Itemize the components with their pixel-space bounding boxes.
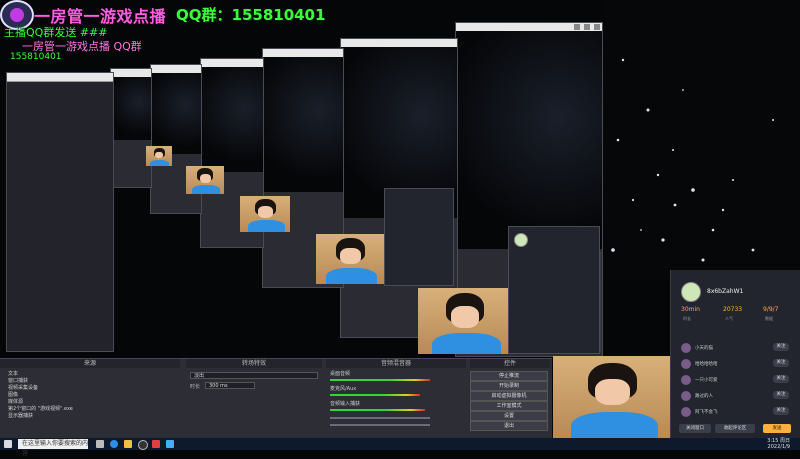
stat-value: 9/9/7 (763, 306, 779, 313)
mixer-track-label: 音频输入捕获 (330, 401, 361, 407)
follow-button[interactable]: 关注 (773, 359, 789, 367)
chat-username: 8x6bZahW1 (707, 288, 744, 295)
windows-taskbar: 在这里输入你要搜索的内容 3:15 周日 2022/1/9 (0, 438, 800, 457)
stat-label: 人气 (725, 316, 733, 321)
follow-button[interactable]: 关注 (773, 375, 789, 383)
obs-window-nest-0 (6, 72, 114, 352)
user-avatar-icon (681, 391, 691, 401)
preview-area (111, 77, 151, 140)
mixer-header: 音频混音器 (326, 359, 466, 368)
send-button[interactable]: 发送 (763, 424, 791, 433)
chat-list-item: 小天的猫 关注 (681, 342, 791, 355)
webcam-feed-xxsmall (186, 166, 224, 194)
preview-area (151, 73, 201, 154)
source-item[interactable]: 第2个窗口的 "游戏视频".exe (8, 405, 73, 412)
webcam-feed-tiny (146, 146, 172, 166)
app-icon[interactable] (152, 440, 160, 448)
chat-list-item: 阿飞不会飞 关注 (681, 406, 791, 419)
file-explorer-icon[interactable] (124, 440, 132, 448)
follow-button[interactable]: 关注 (773, 407, 789, 415)
edge-browser-icon[interactable] (110, 440, 118, 448)
user-avatar-icon (681, 359, 691, 369)
source-item[interactable]: 视频采集设备 (8, 384, 38, 391)
user-avatar-icon (681, 375, 691, 385)
exit-button[interactable]: 退出 (470, 421, 548, 431)
preview-area (201, 67, 263, 172)
preview-area (263, 57, 343, 192)
webcam-feed-medium (418, 288, 510, 354)
clock-date: 2022/1/9 (767, 444, 790, 450)
chat-list-item: 哈哈哈哈哈 关注 (681, 358, 791, 371)
duration-input[interactable]: 300 ms (205, 382, 255, 389)
windows-start-icon[interactable] (4, 440, 12, 448)
obs-window-nest-1 (110, 68, 152, 188)
duration-label: 时长 (190, 384, 201, 390)
virtual-camera-button[interactable]: 启动虚拟摄像机 (470, 391, 548, 401)
webcam-feed-large (553, 356, 670, 438)
taskbar-clock[interactable]: 3:15 周日 2022/1/9 (767, 438, 790, 450)
user-avatar-icon (681, 407, 691, 417)
collapse-comments-button[interactable]: 收起评论区 (715, 424, 755, 433)
taskbar-search-input[interactable]: 在这里输入你要搜索的内容 (18, 439, 88, 457)
dock-area (111, 139, 151, 187)
user-avatar-icon (681, 343, 691, 353)
settings-button[interactable]: 设置 (470, 411, 548, 421)
preview-area (456, 31, 602, 250)
transitions-header: 转场特效 (186, 359, 322, 368)
stat-value: 20733 (723, 306, 743, 313)
source-item[interactable]: 窗口捕获 (8, 377, 28, 384)
mixer-track-label: 桌面音频 (330, 371, 351, 377)
webcam-feed-xsmall (240, 196, 290, 232)
chat-list-item: 一只小可爱 关注 (681, 374, 791, 387)
source-item[interactable]: 显示器捕获 (8, 412, 33, 419)
webcam-feed-small (316, 234, 384, 284)
chat-panel-nested-1 (508, 226, 600, 354)
volume-meter (330, 394, 420, 396)
stop-stream-button[interactable]: 停止推流 (470, 371, 548, 381)
start-recording-button[interactable]: 开始录制 (470, 381, 548, 391)
app-icon[interactable] (166, 440, 174, 448)
chat-list-item: 路过的人 关注 (681, 390, 791, 403)
starfield-background (603, 0, 800, 280)
stat-value: 30min (681, 306, 700, 313)
source-item[interactable]: 媒体源 (8, 398, 23, 405)
controls-header: 控件 (470, 359, 550, 368)
window-titlebar (7, 73, 113, 82)
source-item[interactable]: 图像 (8, 391, 18, 398)
chat-panel-nested-2 (384, 188, 454, 286)
stat-label: 数据 (765, 316, 773, 321)
user-avatar-icon (681, 282, 701, 302)
follow-button[interactable]: 关注 (773, 391, 789, 399)
overlay-qq-group: QQ群：155810401 (176, 6, 326, 24)
volume-slider[interactable] (330, 424, 430, 426)
obs-app-icon[interactable] (138, 440, 148, 450)
studio-mode-button[interactable]: 工作室模式 (470, 401, 548, 411)
stat-label: 时长 (683, 316, 691, 321)
volume-meter (330, 409, 425, 411)
sources-header: 来源 (0, 359, 180, 368)
overlay-ghost-line: 155810401 (10, 52, 62, 62)
task-view-icon[interactable] (96, 440, 104, 448)
close-window-button[interactable]: 关闭窗口 (679, 424, 711, 433)
transition-select[interactable]: 淡出 (190, 372, 318, 379)
chat-panel: 8x6bZahW1 30min 20733 9/9/7 时长 人气 数据 小天的… (670, 270, 800, 438)
source-item[interactable]: 文本 (8, 370, 18, 377)
follow-button[interactable]: 关注 (773, 343, 789, 351)
obs-bottom-dock: 来源 转场特效 音频混音器 控件 文本 窗口捕获 视频采集设备 图像 媒体源 第… (0, 358, 552, 439)
chat-avatar-icon (514, 233, 528, 247)
volume-meter (330, 379, 430, 381)
volume-slider[interactable] (330, 417, 430, 419)
mixer-track-label: 麦克风/Aux (330, 386, 357, 392)
